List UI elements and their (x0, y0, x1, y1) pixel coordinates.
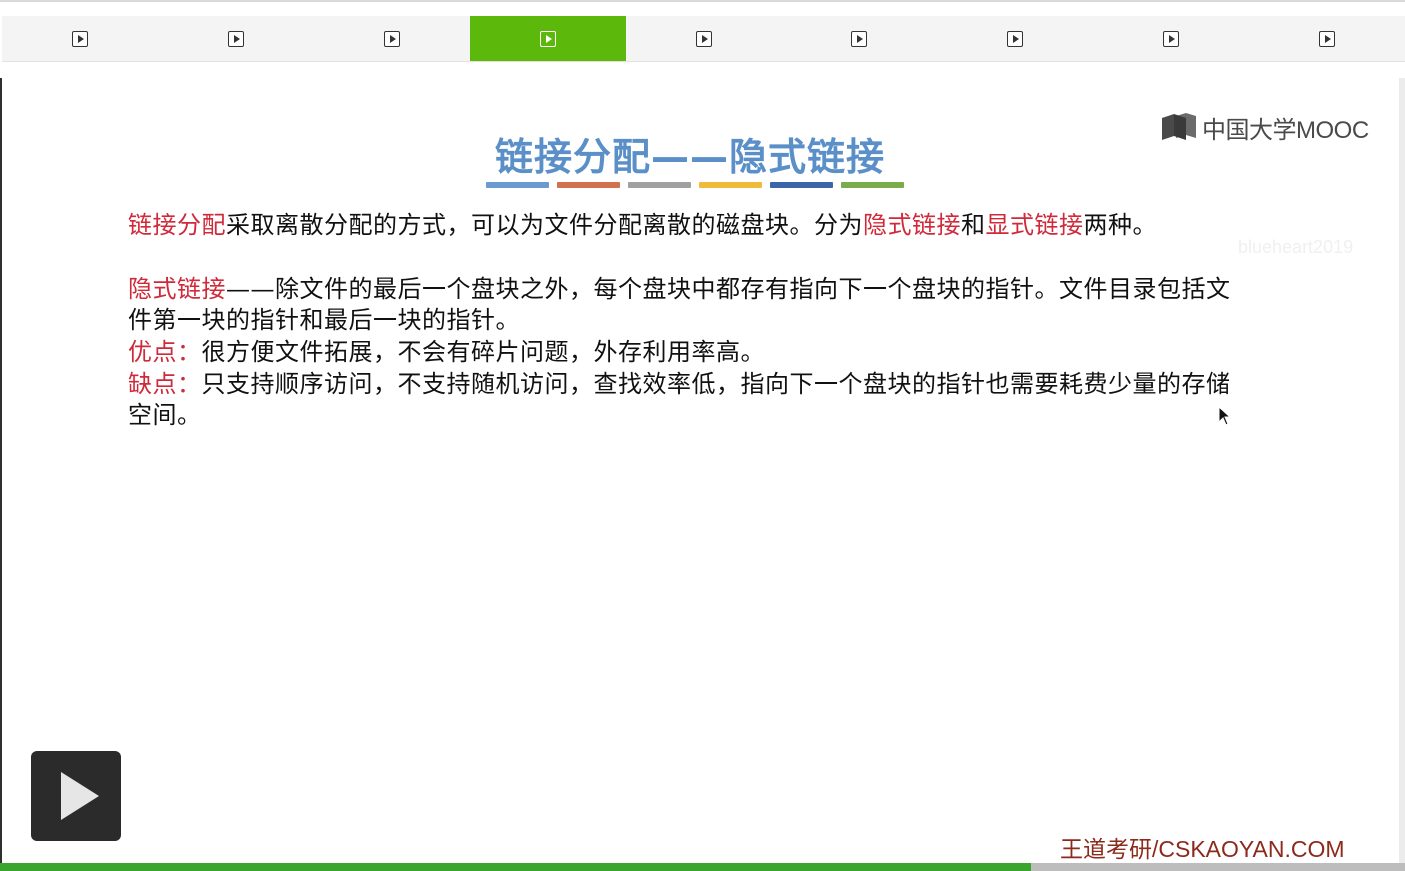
intro-text: 采取离散分配的方式，可以为文件分配离散的磁盘块。分为 (226, 211, 863, 239)
play-square-icon (383, 30, 400, 47)
logo-text: 中国大学MOOC (1202, 116, 1369, 144)
slide-title: 链接分配——隐式链接 (494, 135, 885, 179)
video-tab-7[interactable] (937, 16, 1093, 61)
video-tab-bar (2, 16, 1405, 62)
title-bar-2 (557, 182, 620, 188)
play-square-icon (539, 30, 556, 47)
watermark: blueheart2019 (1238, 237, 1354, 257)
paragraph-disadvantages: 缺点：只支持顺序访问，不支持随机访问，查找效率低，指向下一个盘块的指针也需要耗费… (128, 369, 1238, 431)
disadvantages-text: 只支持顺序访问，不支持随机访问，查找效率低，指向下一个盘块的指针也需要耗费少量的… (128, 370, 1231, 429)
term-explicit-link: 显式链接 (985, 211, 1084, 239)
video-tab-8[interactable] (1093, 16, 1249, 61)
progress-fill (0, 863, 1032, 871)
mooc-logo: 中国大学MOOC (1160, 110, 1369, 144)
progress-bar[interactable] (0, 863, 1405, 871)
title-bar-6 (841, 182, 904, 188)
video-tab-3[interactable] (314, 16, 470, 61)
footer-brand: 王道考研/CSKAOYAN.COM (1060, 836, 1345, 862)
disadvantages-label: 缺点： (128, 370, 202, 398)
video-tab-4[interactable] (469, 16, 626, 61)
play-square-icon (227, 30, 244, 47)
intro-and: 和 (961, 211, 986, 239)
advantages-label: 优点： (128, 338, 202, 366)
term-implicit-link: 隐式链接 (863, 211, 961, 239)
paragraph-definition: 隐式链接——除文件的最后一个盘块之外，每个盘块中都存有指向下一个盘块的指针。文件… (128, 274, 1238, 336)
mouse-cursor-icon (1218, 406, 1232, 426)
play-icon (61, 772, 99, 820)
video-tab-5[interactable] (626, 16, 782, 61)
play-square-icon (695, 30, 712, 47)
paragraph-intro: 链接分配采取离散分配的方式，可以为文件分配离散的磁盘块。分为隐式链接和显式链接两… (128, 210, 1238, 241)
video-tab-9[interactable] (1249, 16, 1405, 61)
right-edge (1399, 78, 1405, 863)
video-tab-2[interactable] (158, 16, 314, 61)
play-square-icon (1007, 30, 1024, 47)
title-bar-3 (628, 182, 691, 188)
intro-end: 两种。 (1083, 211, 1157, 239)
video-tab-6[interactable] (781, 16, 937, 61)
term-linked-allocation: 链接分配 (128, 211, 226, 239)
play-square-icon (1319, 30, 1336, 47)
play-square-icon (1163, 30, 1180, 47)
play-button[interactable] (31, 751, 121, 841)
title-underline-bars (486, 182, 904, 188)
paragraph-advantages: 优点：很方便文件拓展，不会有碎片问题，外存利用率高。 (128, 337, 1238, 368)
title-bar-5 (770, 182, 833, 188)
play-square-icon (851, 30, 868, 47)
definition-text: ——除文件的最后一个盘块之外，每个盘块中都存有指向下一个盘块的指针。文件目录包括… (128, 275, 1231, 334)
title-bar-1 (486, 182, 549, 188)
slide-area (2, 78, 1405, 863)
video-tab-1[interactable] (2, 16, 158, 61)
play-square-icon (71, 30, 88, 47)
term-implicit-link-def: 隐式链接 (128, 275, 226, 303)
top-border (0, 0, 1405, 2)
title-bar-4 (699, 182, 762, 188)
advantages-text: 很方便文件拓展，不会有碎片问题，外存利用率高。 (201, 338, 765, 366)
book-icon (1162, 113, 1196, 140)
